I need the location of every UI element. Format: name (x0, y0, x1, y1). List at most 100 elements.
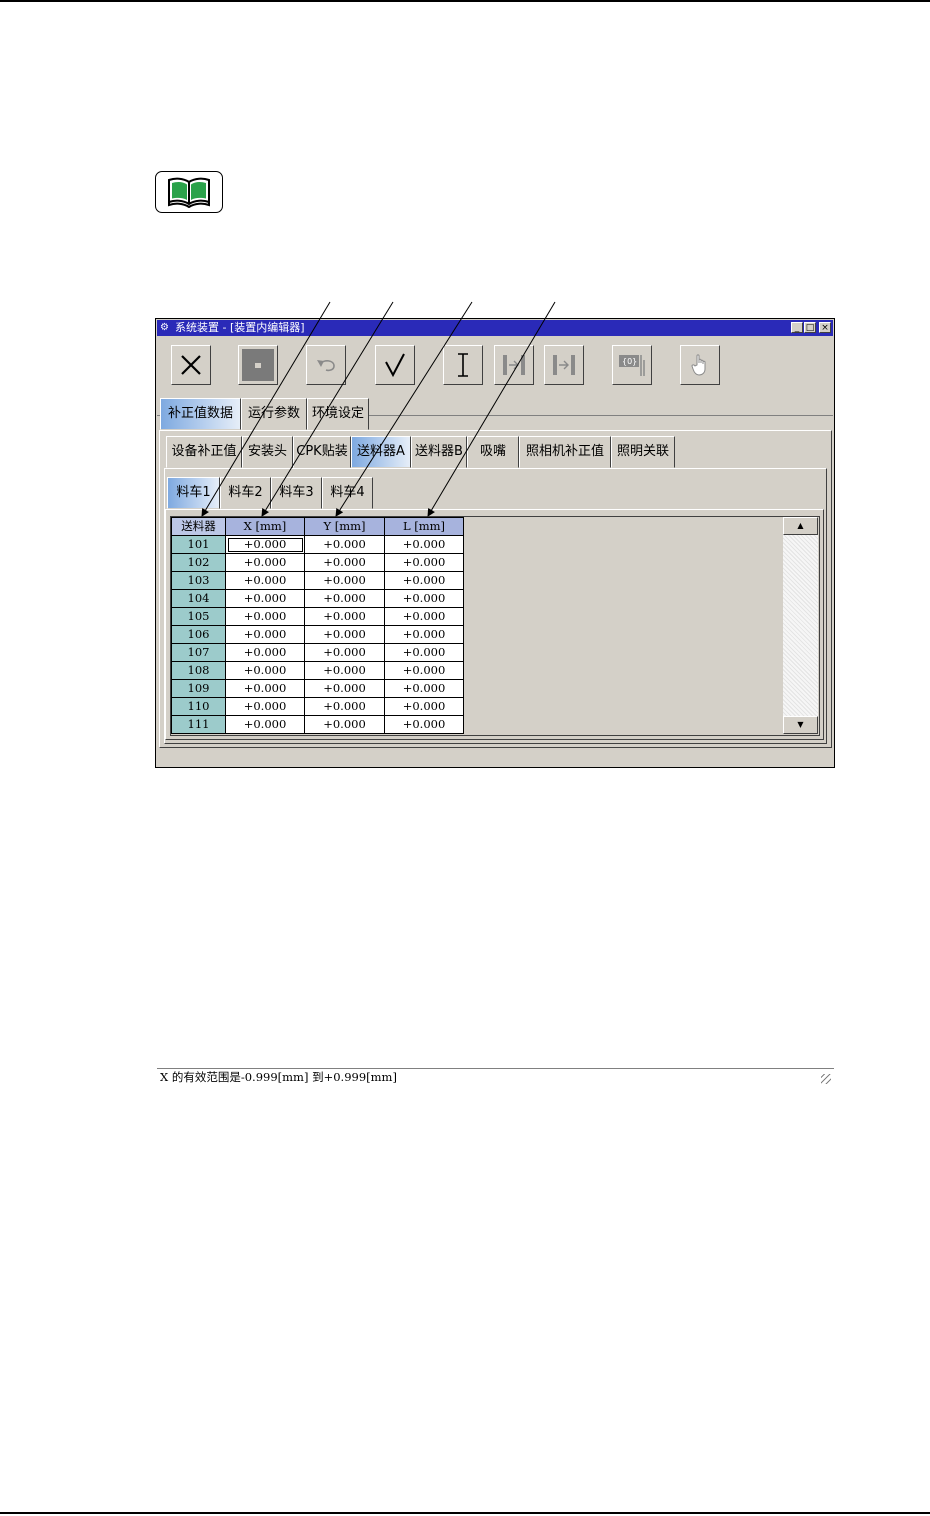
window-title: 系统装置 - [装置内编辑器] (175, 321, 305, 334)
feeder-id-cell[interactable]: 107 (171, 643, 226, 662)
y-value-cell[interactable]: +0.000 (304, 607, 385, 626)
vertical-scrollbar[interactable]: ▲ ▼ (783, 517, 818, 734)
y-value-cell[interactable]: +0.000 (304, 643, 385, 662)
y-value-cell[interactable]: +0.000 (304, 535, 385, 554)
text-cursor-icon (458, 353, 468, 377)
close-tool-button[interactable] (171, 345, 211, 385)
cursor-tool-button[interactable] (443, 345, 483, 385)
l-value-cell[interactable]: +0.000 (384, 643, 464, 662)
l-value-cell[interactable]: +0.000 (384, 553, 464, 572)
table-row[interactable]: 108 +0.000 +0.000 +0.000 (171, 661, 464, 680)
column-header-l[interactable]: L [mm] (384, 517, 464, 536)
feeder-id-cell[interactable]: 105 (171, 607, 226, 626)
resize-grip-icon[interactable] (821, 1074, 831, 1084)
title-bar[interactable]: ⚙ 系统装置 - [装置内编辑器] _ □ × (157, 320, 833, 336)
table-row[interactable]: 102 +0.000 +0.000 +0.000 (171, 553, 464, 572)
feeder-id-cell[interactable]: 101 (171, 535, 226, 554)
close-button[interactable]: × (819, 322, 831, 333)
y-value-cell[interactable]: +0.000 (304, 571, 385, 590)
move-to-button[interactable] (494, 345, 534, 385)
tab-head[interactable]: 安装头 (242, 436, 293, 468)
hand-icon (691, 354, 706, 376)
table-row[interactable]: 105 +0.000 +0.000 +0.000 (171, 607, 464, 626)
x-value-cell[interactable]: +0.000 (225, 625, 305, 644)
stop-tool-button[interactable] (238, 345, 278, 385)
tab-environment[interactable]: 环境设定 (307, 398, 369, 430)
offset-tool-button[interactable]: {0} (612, 345, 652, 385)
tab-cart-3[interactable]: 料车3 (271, 477, 322, 509)
x-value-cell[interactable]: +0.000 (225, 715, 305, 734)
feeder-table: 送料器 X [mm] Y [mm] L [mm] 101 +0.000 +0.000… (171, 517, 464, 734)
status-bar: X 的有效范围是-0.999[mm] 到+0.999[mm] (157, 1068, 834, 1086)
feeder-id-cell[interactable]: 102 (171, 553, 226, 572)
tab-feeder-b[interactable]: 送料器B (411, 436, 467, 468)
l-value-cell[interactable]: +0.000 (384, 589, 464, 608)
x-value-cell[interactable]: +0.000 (225, 679, 305, 698)
table-row[interactable]: 103 +0.000 +0.000 +0.000 (171, 571, 464, 590)
y-value-cell[interactable]: +0.000 (304, 661, 385, 680)
y-value-cell[interactable]: +0.000 (304, 697, 385, 716)
x-value-cell[interactable]: +0.000 (225, 535, 305, 554)
teach-tool-button[interactable] (680, 345, 720, 385)
tab-cart-4[interactable]: 料车4 (322, 477, 373, 509)
l-value-cell[interactable]: +0.000 (384, 625, 464, 644)
x-value-cell[interactable]: +0.000 (225, 697, 305, 716)
undo-tool-button[interactable] (306, 345, 346, 385)
confirm-tool-button[interactable] (375, 345, 415, 385)
column-header-y[interactable]: Y [mm] (304, 517, 385, 536)
svg-text:{0}: {0} (622, 357, 637, 366)
offset-icon: {0} (619, 355, 645, 376)
l-value-cell[interactable]: +0.000 (384, 715, 464, 734)
column-header-feeder[interactable]: 送料器 (171, 517, 226, 536)
tab-cart-1[interactable]: 料车1 (167, 477, 220, 509)
feeder-id-cell[interactable]: 103 (171, 571, 226, 590)
table-row[interactable]: 101 +0.000 +0.000 +0.000 (171, 535, 464, 554)
feeder-id-cell[interactable]: 109 (171, 679, 226, 698)
tab-device-correction[interactable]: 设备补正值 (166, 436, 242, 468)
minimize-button[interactable]: _ (791, 322, 803, 333)
table-row[interactable]: 109 +0.000 +0.000 +0.000 (171, 679, 464, 698)
tab-lighting[interactable]: 照明关联 (611, 436, 675, 468)
y-value-cell[interactable]: +0.000 (304, 625, 385, 644)
y-value-cell[interactable]: +0.000 (304, 715, 385, 734)
column-header-x[interactable]: X [mm] (225, 517, 305, 536)
feeder-id-cell[interactable]: 108 (171, 661, 226, 680)
x-value-cell[interactable]: +0.000 (225, 643, 305, 662)
y-value-cell[interactable]: +0.000 (304, 679, 385, 698)
table-row[interactable]: 106 +0.000 +0.000 +0.000 (171, 625, 464, 644)
maximize-button[interactable]: □ (804, 322, 816, 333)
y-value-cell[interactable]: +0.000 (304, 553, 385, 572)
feeder-id-cell[interactable]: 110 (171, 697, 226, 716)
move-to-end-button[interactable] (544, 345, 584, 385)
table-row[interactable]: 104 +0.000 +0.000 +0.000 (171, 589, 464, 608)
feeder-id-cell[interactable]: 106 (171, 625, 226, 644)
table-row[interactable]: 111 +0.000 +0.000 +0.000 (171, 715, 464, 734)
table-row[interactable]: 110 +0.000 +0.000 +0.000 (171, 697, 464, 716)
y-value-cell[interactable]: +0.000 (304, 589, 385, 608)
tab-feeder-a[interactable]: 送料器A (351, 436, 411, 468)
table-row[interactable]: 107 +0.000 +0.000 +0.000 (171, 643, 464, 662)
l-value-cell[interactable]: +0.000 (384, 661, 464, 680)
l-value-cell[interactable]: +0.000 (384, 571, 464, 590)
x-value-cell[interactable]: +0.000 (225, 571, 305, 590)
x-value-cell[interactable]: +0.000 (225, 553, 305, 572)
feeder-id-cell[interactable]: 111 (171, 715, 226, 734)
tab-camera-correction[interactable]: 照相机补正值 (519, 436, 611, 468)
scroll-down-button[interactable]: ▼ (783, 716, 818, 734)
l-value-cell[interactable]: +0.000 (384, 535, 464, 554)
x-value-cell[interactable]: +0.000 (225, 607, 305, 626)
tab-cpk-mount[interactable]: CPK贴装 (293, 436, 351, 468)
x-value-cell[interactable]: +0.000 (225, 589, 305, 608)
feeder-id-cell[interactable]: 104 (171, 589, 226, 608)
scroll-up-button[interactable]: ▲ (783, 517, 818, 535)
l-value-cell[interactable]: +0.000 (384, 607, 464, 626)
x-value-cell[interactable]: +0.000 (225, 661, 305, 680)
tab-cart-2[interactable]: 料车2 (220, 477, 271, 509)
tab-correction-data[interactable]: 补正值数据 (160, 398, 241, 430)
check-icon (385, 353, 405, 378)
tab-nozzle[interactable]: 吸嘴 (467, 436, 519, 468)
tab-run-params[interactable]: 运行参数 (241, 398, 307, 430)
l-value-cell[interactable]: +0.000 (384, 697, 464, 716)
x-icon (181, 355, 201, 375)
l-value-cell[interactable]: +0.000 (384, 679, 464, 698)
